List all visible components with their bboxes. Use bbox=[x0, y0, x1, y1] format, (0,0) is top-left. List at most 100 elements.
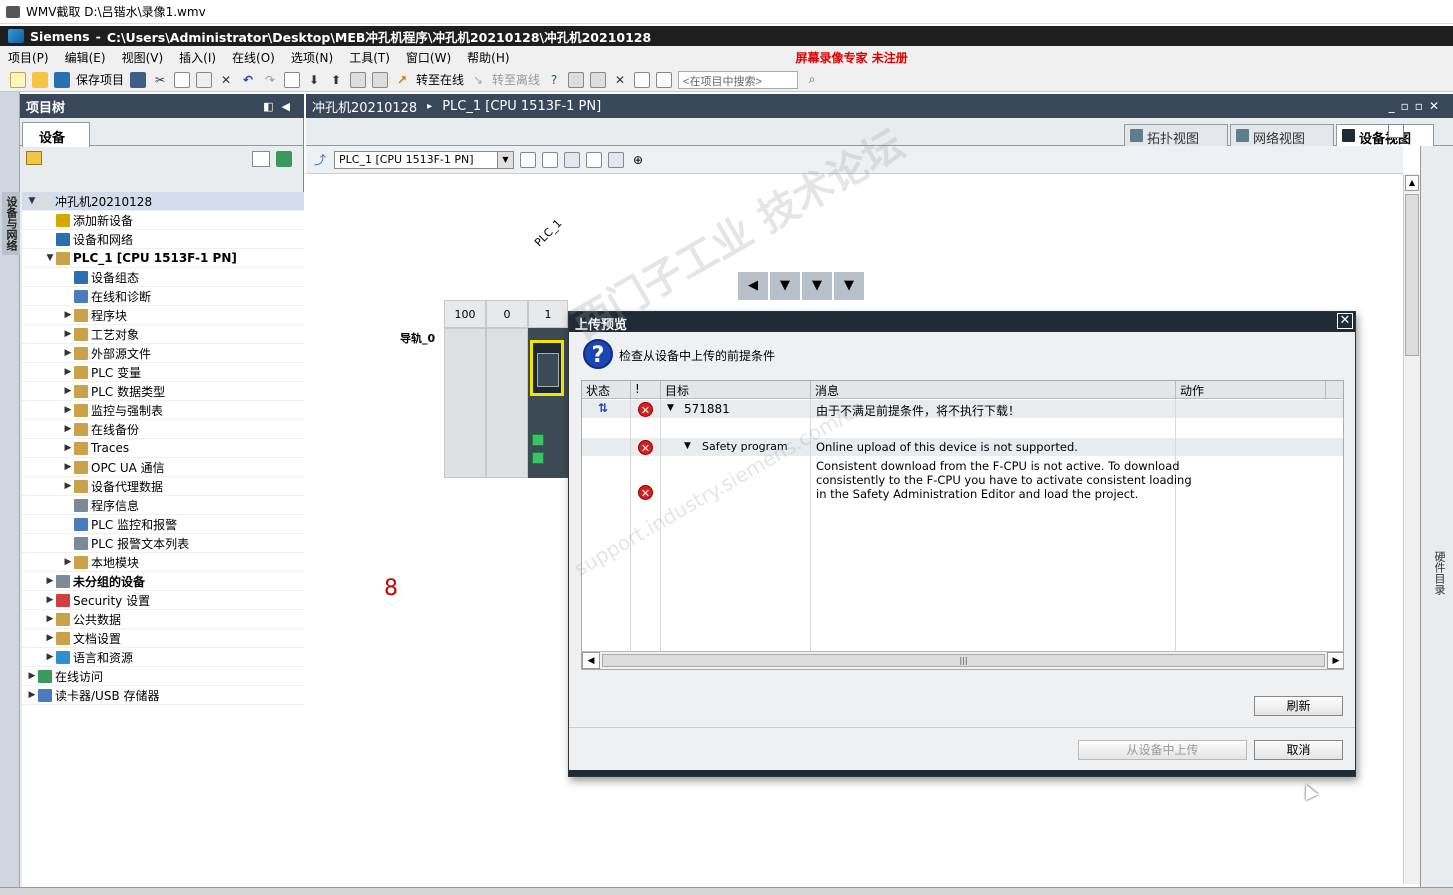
collapsed-arrow-icon[interactable]: ▶ bbox=[62, 329, 74, 339]
go-offline-icon[interactable]: ↘ bbox=[470, 72, 486, 88]
collapsed-arrow-icon[interactable]: ▶ bbox=[44, 614, 56, 624]
tree-item[interactable]: 设备组态 bbox=[22, 268, 304, 287]
menu-help[interactable]: 帮助(H) bbox=[467, 49, 509, 66]
undo-icon[interactable]: ↶ bbox=[240, 72, 256, 88]
devices-tab[interactable]: 设备 bbox=[22, 122, 90, 147]
copy-icon[interactable] bbox=[174, 71, 191, 88]
col-header-target[interactable]: 目标 bbox=[661, 381, 811, 399]
detail-view-icon[interactable] bbox=[252, 151, 270, 167]
expand-arrow-icon[interactable]: ▼ bbox=[684, 441, 691, 451]
labels-icon[interactable] bbox=[542, 151, 558, 168]
collapsed-arrow-icon[interactable]: ▶ bbox=[26, 671, 38, 681]
split-horizontal-icon[interactable] bbox=[634, 71, 651, 88]
tree-item[interactable]: 添加新设备 bbox=[22, 211, 304, 230]
upload-icon[interactable]: ⬆ bbox=[328, 72, 344, 88]
menu-view[interactable]: 视图(V) bbox=[122, 49, 164, 66]
tree-item[interactable]: ▶ 外部源文件 bbox=[22, 344, 304, 363]
hardware-catalog-side-tab[interactable]: 硬件目录 bbox=[1431, 551, 1447, 595]
tree-item[interactable]: ▼ 冲孔机20210128 bbox=[22, 192, 304, 211]
cancel-button[interactable]: 取消 bbox=[1254, 740, 1343, 760]
collapsed-arrow-icon[interactable]: ▶ bbox=[62, 481, 74, 491]
menu-options[interactable]: 选项(N) bbox=[291, 49, 333, 66]
rack-icon[interactable] bbox=[520, 151, 536, 168]
tree-item[interactable]: ▶ 工艺对象 bbox=[22, 325, 304, 344]
window-controls[interactable]: _▫▫✕ bbox=[1389, 99, 1445, 113]
collapsed-arrow-icon[interactable]: ▶ bbox=[44, 595, 56, 605]
new-group-icon[interactable] bbox=[26, 151, 42, 165]
collapsed-arrow-icon[interactable]: ▶ bbox=[44, 633, 56, 643]
collapsed-arrow-icon[interactable]: ▶ bbox=[62, 348, 74, 358]
compile-icon[interactable] bbox=[284, 71, 301, 88]
tab-network-view[interactable]: 网络视图 bbox=[1230, 124, 1334, 147]
collapsed-arrow-icon[interactable]: ▶ bbox=[62, 310, 74, 320]
cpu-module[interactable] bbox=[528, 328, 568, 478]
close-icon[interactable]: ✕ bbox=[1337, 313, 1353, 329]
chevron-down-icon[interactable]: ▼ bbox=[497, 151, 513, 168]
redo-icon[interactable]: ↷ bbox=[262, 72, 278, 88]
device-select[interactable]: PLC_1 [CPU 1513F-1 PN] ▼ bbox=[334, 150, 514, 169]
tree-item[interactable]: ▶ 监控与强制表 bbox=[22, 401, 304, 420]
tree-item[interactable]: 在线和诊断 bbox=[22, 287, 304, 306]
scroll-thumb[interactable] bbox=[1405, 194, 1419, 356]
tree-item[interactable]: ▶ 未分组的设备 bbox=[22, 572, 304, 591]
save-icon[interactable] bbox=[54, 71, 70, 88]
table-horizontal-scrollbar[interactable]: ◀ ||| ▶ bbox=[582, 651, 1343, 669]
split-vertical-icon[interactable] bbox=[656, 71, 673, 88]
download-icon[interactable]: ⬇ bbox=[306, 72, 322, 88]
compare-icon[interactable] bbox=[590, 71, 607, 88]
col-header-status[interactable]: 状态 bbox=[582, 381, 631, 399]
breadcrumb-project[interactable]: 冲孔机20210128 bbox=[312, 97, 417, 116]
delete-icon[interactable]: ✕ bbox=[218, 72, 234, 88]
collapsed-arrow-icon[interactable]: ▶ bbox=[62, 386, 74, 396]
print-icon[interactable] bbox=[130, 71, 147, 88]
collapsed-arrow-icon[interactable]: ▶ bbox=[26, 690, 38, 700]
tree-item[interactable]: PLC 报警文本列表 bbox=[22, 534, 304, 553]
devices-networks-side-tab[interactable]: 设备与网络 bbox=[2, 192, 20, 255]
go-offline-button[interactable]: 转至离线 bbox=[492, 71, 540, 88]
slot-expand2-icon[interactable]: ▼ bbox=[802, 272, 832, 300]
tree-item[interactable]: ▶ 公共数据 bbox=[22, 610, 304, 629]
paste-icon[interactable] bbox=[196, 71, 213, 88]
scroll-up-icon[interactable]: ▲ bbox=[1405, 175, 1419, 191]
col-header-alert[interactable]: ! bbox=[631, 381, 661, 399]
tree-item[interactable]: PLC 监控和报警 bbox=[22, 515, 304, 534]
collapsed-arrow-icon[interactable]: ▶ bbox=[62, 424, 74, 434]
cut-icon[interactable]: ✂ bbox=[152, 72, 168, 88]
cross-reference-icon[interactable] bbox=[568, 71, 585, 88]
empty-slot[interactable] bbox=[486, 328, 528, 478]
menu-online[interactable]: 在线(O) bbox=[232, 49, 275, 66]
empty-slot[interactable] bbox=[444, 328, 486, 478]
collapsed-arrow-icon[interactable]: ▶ bbox=[44, 576, 56, 586]
overview-icon[interactable] bbox=[1388, 124, 1404, 138]
update-icon[interactable] bbox=[276, 151, 292, 167]
col-header-action[interactable]: 动作 bbox=[1176, 381, 1326, 399]
tab-device-view[interactable]: 设备视图 bbox=[1336, 124, 1434, 147]
tab-topology-view[interactable]: 拓扑视图 bbox=[1124, 124, 1228, 147]
menu-insert[interactable]: 插入(I) bbox=[179, 49, 216, 66]
tree-item[interactable]: ▶ PLC 变量 bbox=[22, 363, 304, 382]
accessible-devices-icon[interactable]: ? bbox=[546, 72, 562, 88]
search-binoculars-icon[interactable]: ⌕ bbox=[804, 72, 820, 88]
menu-project[interactable]: 项目(P) bbox=[8, 49, 49, 66]
device-link-icon[interactable]: ⤴ bbox=[312, 152, 328, 168]
tree-item[interactable]: 设备和网络 bbox=[22, 230, 304, 249]
open-project-icon[interactable] bbox=[32, 71, 48, 88]
collapsed-arrow-icon[interactable]: ▶ bbox=[62, 557, 74, 567]
menu-tools[interactable]: 工具(T) bbox=[349, 49, 390, 66]
tree-item[interactable]: ▶ 在线访问 bbox=[22, 667, 304, 686]
canvas-vertical-scrollbar[interactable]: ▲ bbox=[1403, 174, 1420, 884]
tree-item[interactable]: ▶ Traces bbox=[22, 439, 304, 458]
scroll-left-icon[interactable]: ◀ bbox=[582, 652, 600, 669]
refresh-button[interactable]: 刷新 bbox=[1254, 696, 1343, 716]
tree-item[interactable]: ▶ 语言和资源 bbox=[22, 648, 304, 667]
tree-item[interactable]: ▶ Security 设置 bbox=[22, 591, 304, 610]
tree-item[interactable]: ▶ 读卡器/USB 存储器 bbox=[22, 686, 304, 705]
simulation-icon[interactable] bbox=[350, 71, 367, 88]
go-online-icon[interactable]: ↗ bbox=[394, 72, 410, 88]
upload-from-device-button[interactable]: 从设备中上传 bbox=[1078, 740, 1247, 760]
slot-expand-icon[interactable]: ▼ bbox=[770, 272, 800, 300]
col-header-message[interactable]: 消息 bbox=[811, 381, 1176, 399]
tree-item[interactable]: ▶ PLC 数据类型 bbox=[22, 382, 304, 401]
table-icon[interactable] bbox=[608, 151, 624, 168]
go-online-button[interactable]: 转至在线 bbox=[416, 71, 464, 88]
